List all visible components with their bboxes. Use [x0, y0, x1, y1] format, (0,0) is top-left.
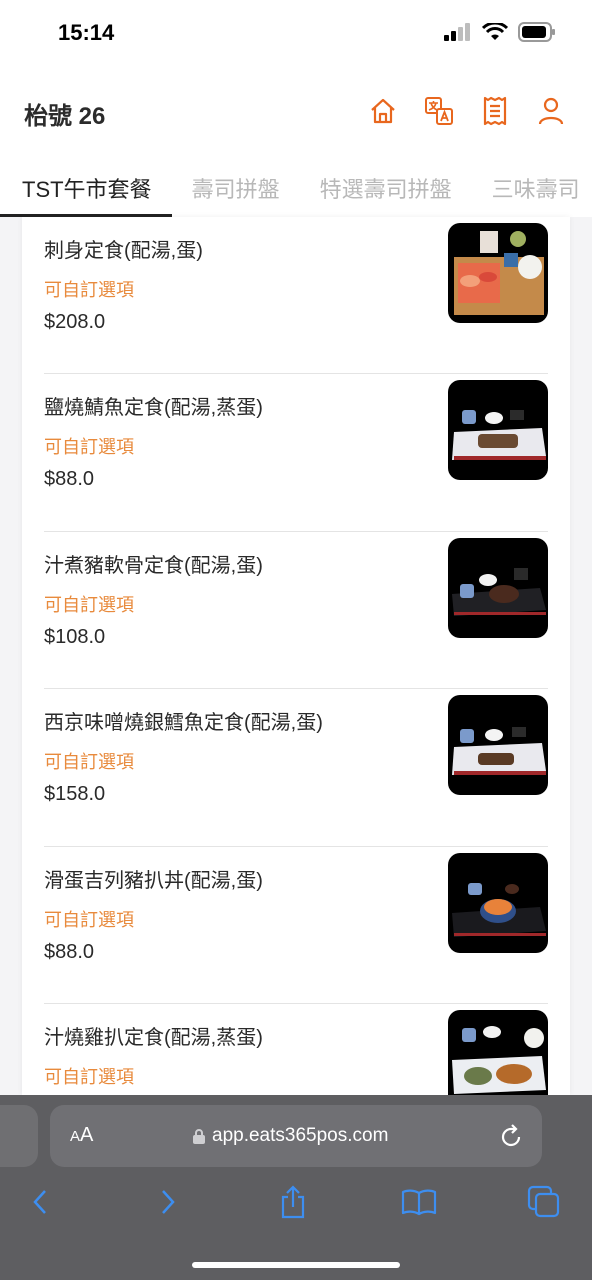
- menu-item[interactable]: 滑蛋吉列豬扒丼(配湯,蛋) 可自訂選項 $88.0: [44, 847, 548, 1004]
- menu-item[interactable]: 汁煮豬軟骨定食(配湯,蛋) 可自訂選項 $108.0: [44, 532, 548, 690]
- tab-special-sushi-platter[interactable]: 特選壽司拼盤: [300, 150, 472, 217]
- home-icon[interactable]: [366, 94, 400, 128]
- item-photo[interactable]: [448, 223, 548, 323]
- item-price: $158.0: [44, 783, 106, 806]
- item-name: 西京味噌燒銀鱈魚定食(配湯,蛋): [44, 712, 323, 735]
- browser-nav: [0, 1180, 592, 1230]
- bookmarks-icon[interactable]: [397, 1180, 441, 1224]
- browser-toolbar: AA app.eats365pos.com: [0, 1095, 592, 1280]
- status-bar: 15:14: [0, 0, 592, 70]
- battery-icon: [518, 22, 555, 42]
- status-icons: [444, 22, 556, 42]
- item-price: $88.0: [44, 940, 95, 963]
- item-photo[interactable]: [448, 380, 548, 481]
- item-price: $208.0: [44, 311, 106, 333]
- translate-icon[interactable]: [422, 94, 456, 128]
- forward-icon[interactable]: [146, 1180, 190, 1224]
- url-text: app.eats365pos.com: [212, 1125, 389, 1146]
- item-name: 汁燒雞扒定食(配湯,蒸蛋): [44, 1026, 263, 1049]
- item-name: 汁煮豬軟骨定食(配湯,蛋): [44, 554, 263, 577]
- tabs-icon[interactable]: [522, 1180, 566, 1224]
- category-tabs: TST午市套餐 壽司拼盤 特選壽司拼盤 三味壽司: [0, 150, 592, 217]
- item-customizable-label: 可自訂選項: [44, 437, 134, 458]
- item-name: 鹽燒鯖魚定食(配湯,蒸蛋): [44, 397, 263, 420]
- header-icons: [366, 94, 568, 128]
- item-photo[interactable]: [448, 1009, 548, 1095]
- address-bar[interactable]: AA app.eats365pos.com: [50, 1105, 542, 1167]
- menu-item[interactable]: 刺身定食(配湯,蛋) 可自訂選項 $208.0: [44, 217, 548, 375]
- order-list-icon[interactable]: [478, 94, 512, 128]
- item-customizable-label: 可自訂選項: [44, 280, 134, 300]
- item-photo[interactable]: [448, 852, 548, 953]
- reload-icon[interactable]: [498, 1122, 524, 1150]
- item-customizable-label: 可自訂選項: [44, 909, 134, 930]
- status-time: 15:14: [58, 20, 115, 45]
- cellular-signal-icon: [444, 23, 470, 41]
- menu-item[interactable]: 汁燒雞扒定食(配湯,蒸蛋) 可自訂選項: [44, 1004, 548, 1095]
- item-photo[interactable]: [448, 537, 548, 638]
- item-customizable-label: 可自訂選項: [44, 1066, 134, 1087]
- wifi-icon: [482, 23, 508, 40]
- user-icon[interactable]: [534, 94, 568, 128]
- app-header: 枱號 26: [0, 70, 592, 150]
- home-indicator: [192, 1262, 400, 1268]
- back-icon[interactable]: [18, 1180, 62, 1224]
- reader-settings-button[interactable]: AA: [70, 1124, 93, 1147]
- item-price: $108.0: [44, 625, 106, 648]
- item-name: 刺身定食(配湯,蛋): [44, 240, 203, 262]
- tab-three-taste-sushi[interactable]: 三味壽司: [472, 150, 592, 217]
- lock-icon: [193, 1129, 205, 1144]
- item-photo[interactable]: [448, 695, 548, 796]
- tab-sushi-platter[interactable]: 壽司拼盤: [172, 150, 300, 217]
- share-icon[interactable]: [271, 1180, 315, 1224]
- item-price: $88.0: [44, 468, 95, 491]
- item-name: 滑蛋吉列豬扒丼(配湯,蛋): [44, 869, 263, 892]
- menu-item[interactable]: 鹽燒鯖魚定食(配湯,蒸蛋) 可自訂選項 $88.0: [44, 374, 548, 532]
- table-number-title: 枱號 26: [24, 103, 106, 130]
- item-customizable-label: 可自訂選項: [44, 752, 134, 773]
- tab-tst-lunch-set[interactable]: TST午市套餐: [0, 150, 172, 217]
- menu-list: 刺身定食(配湯,蛋) 可自訂選項 $208.0 鹽燒鯖魚定食(配湯,蒸蛋) 可自…: [22, 217, 570, 1095]
- menu-item[interactable]: 西京味噌燒銀鱈魚定食(配湯,蛋) 可自訂選項 $158.0: [44, 689, 548, 847]
- previous-tab-preview[interactable]: [0, 1105, 38, 1167]
- item-customizable-label: 可自訂選項: [44, 594, 134, 615]
